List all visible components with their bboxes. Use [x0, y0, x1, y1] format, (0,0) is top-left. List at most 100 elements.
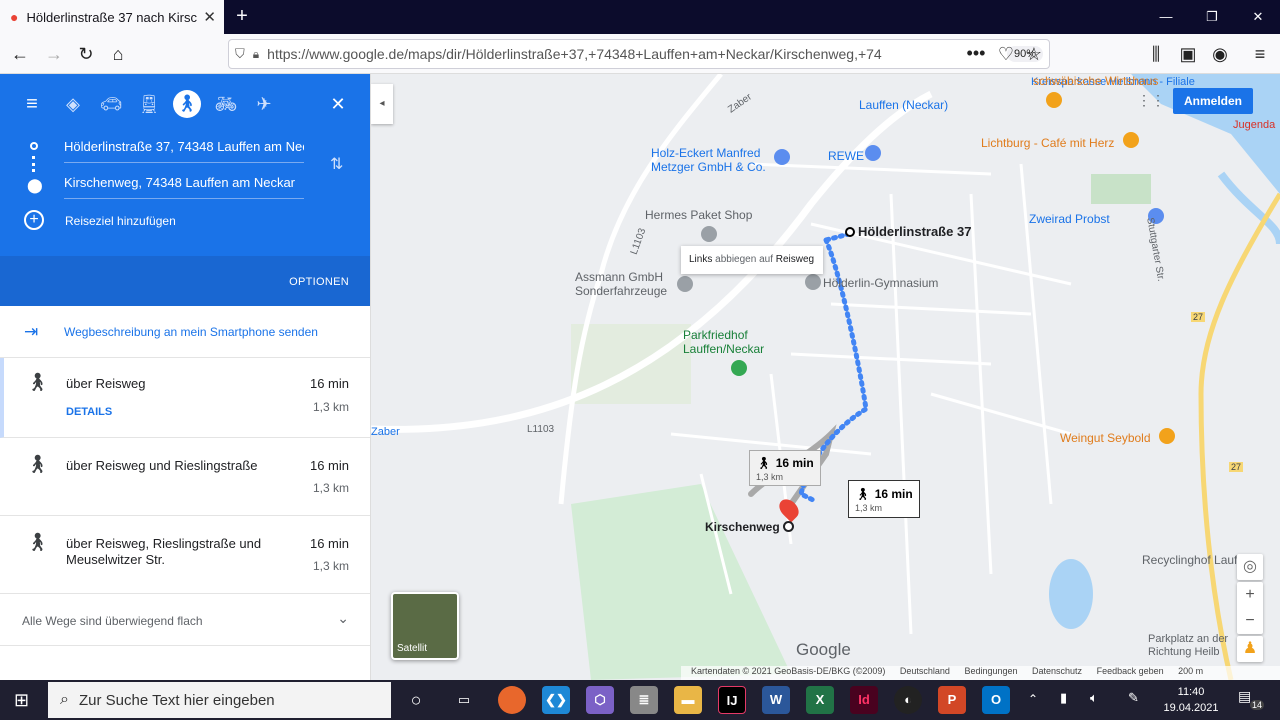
winery-pin-icon[interactable]: [1159, 428, 1175, 444]
place-label[interactable]: Holz-Eckert Manfred Metzger GmbH & Co.: [651, 146, 781, 174]
page-actions-icon[interactable]: •••: [962, 39, 990, 67]
library-icon[interactable]: ⫼: [1142, 40, 1170, 68]
close-directions-icon[interactable]: ✕: [324, 90, 352, 118]
shop-pin-icon[interactable]: [865, 145, 881, 161]
taskbar-search[interactable]: ⌕ Zur Suche Text hier eingeben: [48, 682, 391, 718]
flight-icon[interactable]: ✈︎: [250, 90, 278, 118]
hamburger-menu-icon[interactable]: ≡: [18, 90, 46, 118]
my-location-icon[interactable]: ◎: [1237, 554, 1263, 580]
terms-link[interactable]: Bedingungen: [964, 666, 1017, 676]
file-explorer-icon[interactable]: ▬: [674, 686, 702, 714]
start-label[interactable]: Hölderlinstraße 37: [858, 224, 971, 239]
place-label[interactable]: REWE: [828, 149, 864, 163]
cafe-pin-icon[interactable]: [1123, 132, 1139, 148]
intellij-icon[interactable]: IJ: [718, 686, 746, 714]
firefox-icon[interactable]: [498, 686, 526, 714]
collapse-panel-icon[interactable]: ◂: [371, 84, 393, 124]
shield-icon[interactable]: ⛉: [235, 46, 245, 62]
zoom-in-icon[interactable]: +: [1237, 582, 1263, 608]
place-label[interactable]: Assmann GmbH Sonderfahrzeuge: [575, 270, 685, 298]
vscode-icon[interactable]: ❮❯: [542, 686, 570, 714]
home-icon[interactable]: ⌂: [104, 40, 132, 68]
lock-icon[interactable]: 🔒︎: [253, 47, 259, 62]
route-option-1[interactable]: 🚶︎ über Reisweg 16 min 1,3 km DETAILS: [0, 358, 370, 438]
database-icon[interactable]: ≣: [630, 686, 658, 714]
bookmark-star-icon[interactable]: ☆: [1020, 40, 1048, 68]
url-text[interactable]: https://www.google.de/maps/dir/Hölderlin…: [267, 46, 1007, 62]
destination-input[interactable]: Kirschenweg, 74348 Lauffen am Neckar: [64, 175, 304, 199]
details-link[interactable]: DETAILS: [66, 406, 112, 418]
windows-start-icon[interactable]: ⊞: [14, 690, 29, 711]
tray-chevron-icon[interactable]: ⌃: [1028, 692, 1038, 706]
pocket-icon[interactable]: ♡: [992, 40, 1020, 68]
place-label[interactable]: Lauffen (Neckar): [859, 98, 948, 112]
app-cube-icon[interactable]: ⬡: [586, 686, 614, 714]
scale-label[interactable]: 200 m: [1178, 666, 1203, 676]
map-canvas[interactable]: Kreissparkasse Heilbronn - Filiale schwä…: [371, 74, 1280, 680]
place-label[interactable]: Zweirad Probst: [1029, 212, 1110, 226]
close-tab-icon[interactable]: ✕: [203, 8, 216, 26]
tab-maps[interactable]: ● Hölderlinstraße 37 nach Kirschweg ✕: [0, 0, 224, 34]
excel-icon[interactable]: X: [806, 686, 834, 714]
place-label[interactable]: Hermes Paket Shop: [645, 208, 752, 222]
country-link[interactable]: Deutschland: [900, 666, 950, 676]
reload-icon[interactable]: ↻: [72, 40, 100, 68]
url-bar[interactable]: ⛉ 🔒︎ https://www.google.de/maps/dir/Höld…: [228, 39, 1050, 69]
back-icon[interactable]: ←: [6, 40, 34, 68]
forward-icon[interactable]: →: [40, 40, 68, 68]
restaurant-pin-icon[interactable]: [1046, 92, 1062, 108]
satellite-toggle[interactable]: Satellit: [391, 592, 459, 660]
menu-icon[interactable]: ≡: [1246, 40, 1274, 68]
shop-pin-icon[interactable]: [677, 276, 693, 292]
origin-input[interactable]: Hölderlinstraße 37, 74348 Lauffen am Nec…: [64, 139, 304, 163]
sidebar-icon[interactable]: ▣: [1174, 40, 1202, 68]
outlook-icon[interactable]: O: [982, 686, 1010, 714]
car-icon[interactable]: 🚗︎: [97, 90, 125, 118]
powerpoint-icon[interactable]: P: [938, 686, 966, 714]
route-box-alt[interactable]: 🚶︎ 16 min 1,3 km: [749, 450, 821, 486]
place-label[interactable]: Jugenda: [1233, 119, 1275, 131]
elevation-note-row[interactable]: Alle Wege sind überwiegend flach ⌄: [0, 594, 370, 646]
cortana-icon[interactable]: ○: [402, 686, 430, 714]
restore-icon[interactable]: ❐: [1189, 0, 1235, 34]
volume-icon[interactable]: 🔈︎: [1090, 690, 1098, 706]
indesign-icon[interactable]: Id: [850, 686, 878, 714]
send-to-phone-row[interactable]: ⇥ Wegbeschreibung an mein Smartphone sen…: [0, 306, 370, 358]
chevron-down-icon[interactable]: ⌄: [337, 610, 349, 627]
route-box-main[interactable]: 🚶︎ 16 min 1,3 km: [848, 480, 920, 518]
school-pin-icon[interactable]: [805, 274, 821, 290]
clock[interactable]: 11:40 19.04.2021: [1160, 684, 1222, 716]
start-marker[interactable]: [845, 227, 855, 237]
minimize-icon[interactable]: —: [1143, 0, 1189, 34]
close-window-icon[interactable]: ✕: [1235, 0, 1280, 34]
signin-button[interactable]: Anmelden: [1173, 88, 1253, 114]
route-option-3[interactable]: 🚶︎ über Reisweg, Rieslingstraße und Meus…: [0, 516, 370, 594]
new-tab-icon[interactable]: +: [230, 5, 254, 29]
options-button[interactable]: OPTIONEN: [0, 256, 370, 306]
add-destination-link[interactable]: Reiseziel hinzufügen: [65, 214, 176, 228]
swap-icon[interactable]: ⇅: [330, 154, 343, 174]
privacy-link[interactable]: Datenschutz: [1032, 666, 1082, 676]
pen-icon[interactable]: ✎: [1128, 690, 1139, 706]
account-icon[interactable]: ◉: [1206, 40, 1234, 68]
transit-icon[interactable]: 🚆︎: [135, 90, 163, 118]
place-label[interactable]: Hölderlin-Gymnasium: [823, 276, 938, 290]
shop-pin-icon[interactable]: [701, 226, 717, 242]
word-icon[interactable]: W: [762, 686, 790, 714]
feedback-link[interactable]: Feedback geben: [1097, 666, 1164, 676]
task-view-icon[interactable]: ▭: [450, 686, 478, 714]
place-label[interactable]: Parkfriedhof Lauffen/Neckar: [683, 328, 793, 356]
route-option-2[interactable]: 🚶︎ über Reisweg und Rieslingstraße 16 mi…: [0, 438, 370, 516]
notification-icon[interactable]: ▤: [1238, 688, 1251, 705]
tray-device-icon[interactable]: ▮: [1060, 690, 1067, 706]
end-label[interactable]: Kirschenweg: [705, 520, 780, 534]
place-label[interactable]: Lichtburg - Café mit Herz: [981, 136, 1114, 150]
place-label[interactable]: schwäbische Wirtshaus: [1033, 74, 1158, 88]
zoom-out-icon[interactable]: −: [1237, 608, 1263, 634]
best-route-icon[interactable]: ◈: [59, 90, 87, 118]
place-label[interactable]: Weingut Seybold: [1060, 431, 1151, 445]
park-pin-icon[interactable]: [731, 360, 747, 376]
pegman-icon[interactable]: ♟: [1237, 636, 1263, 662]
end-marker[interactable]: [783, 521, 794, 532]
shop-pin-icon[interactable]: [774, 149, 790, 165]
